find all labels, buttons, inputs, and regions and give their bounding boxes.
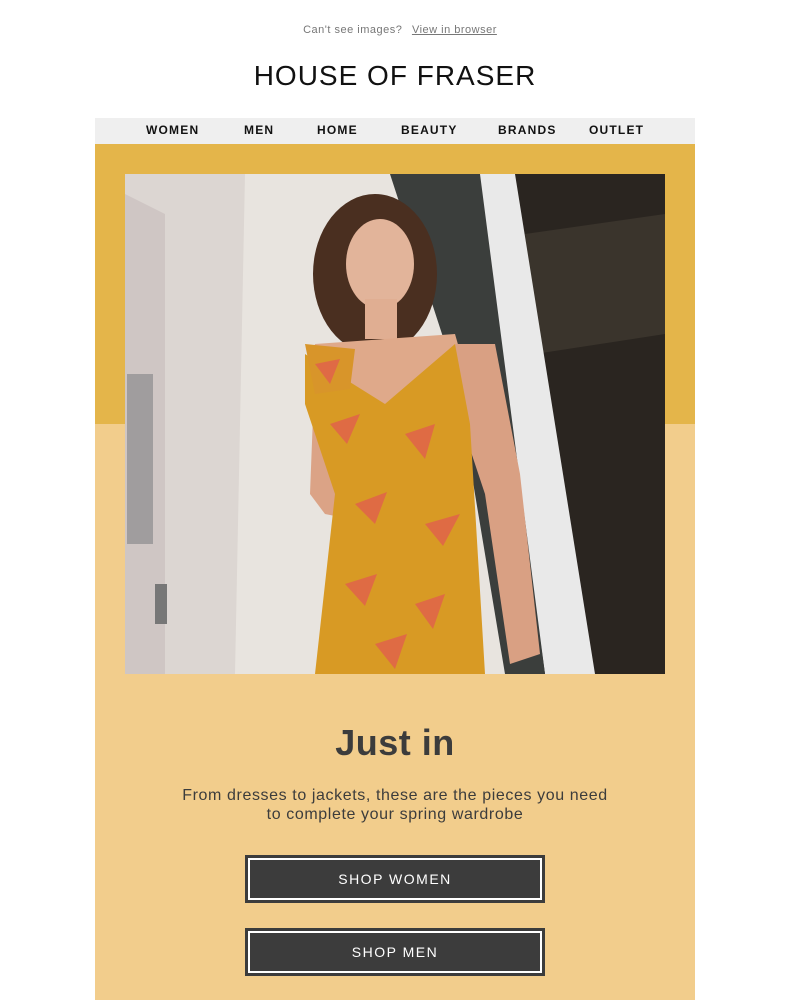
nav-item-women[interactable]: WOMEN [146,123,199,137]
hero-photo-icon [125,174,665,674]
subcopy-line-1: From dresses to jackets, these are the p… [182,787,608,804]
hero-image[interactable] [125,174,665,674]
shop-women-label: SHOP WOMEN [248,858,542,900]
subcopy: From dresses to jackets, these are the p… [130,786,660,824]
preheader-text: Can't see images? [303,24,403,36]
subcopy-line-2: to complete your spring wardrobe [266,806,524,823]
nav-item-brands[interactable]: BRANDS [498,123,557,137]
brand-logo[interactable]: HOUSE OF FRASER [0,60,790,92]
shop-women-button[interactable]: SHOP WOMEN [245,855,545,903]
nav-item-beauty[interactable]: BEAUTY [401,123,458,137]
nav-item-outlet[interactable]: OUTLET [589,123,644,137]
view-in-browser-link[interactable]: View in browser [412,24,497,36]
headline: Just in [335,722,455,763]
top-nav: WOMEN MEN HOME BEAUTY BRANDS OUTLET [95,118,695,144]
nav-item-home[interactable]: HOME [317,123,358,137]
nav-item-men[interactable]: MEN [244,123,274,137]
shop-men-label: SHOP MEN [248,931,542,973]
preheader: Can't see images? View in browser [0,24,800,36]
shop-men-button[interactable]: SHOP MEN [245,928,545,976]
